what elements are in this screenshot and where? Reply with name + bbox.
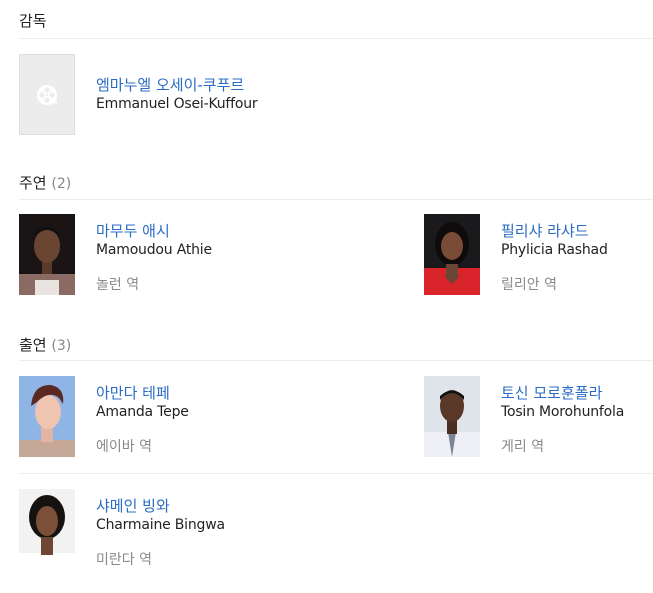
divider bbox=[19, 199, 653, 200]
person-name-english: Mamoudou Athie bbox=[96, 242, 212, 258]
section-header-director: 감독 bbox=[19, 10, 47, 31]
person-photo[interactable] bbox=[424, 376, 480, 457]
cast-card[interactable]: 토신 모로훈폴라 Tosin Morohunfola 게리 역 bbox=[424, 376, 653, 458]
person-name-korean[interactable]: 토신 모로훈폴라 bbox=[501, 382, 602, 403]
divider bbox=[19, 38, 653, 39]
role-name: 에이바 역 bbox=[96, 439, 152, 455]
person-photo[interactable] bbox=[19, 489, 75, 570]
cast-crew-page: 감독 엠마누엘 오세이-쿠푸르 Emmanuel Osei-Kuffour 주연… bbox=[0, 0, 653, 593]
film-reel-icon bbox=[36, 84, 58, 106]
person-name-korean[interactable]: 샤메인 빙와 bbox=[96, 495, 170, 516]
photo-placeholder bbox=[19, 54, 75, 135]
role-name: 게리 역 bbox=[501, 439, 545, 455]
director-card[interactable]: 엠마누엘 오세이-쿠푸르 Emmanuel Osei-Kuffour bbox=[19, 54, 339, 136]
section-count: (2) bbox=[51, 176, 72, 192]
person-photo[interactable] bbox=[424, 214, 480, 295]
person-name-korean[interactable]: 엠마누엘 오세이-쿠푸르 bbox=[96, 74, 244, 95]
cast-card[interactable]: 샤메인 빙와 Charmaine Bingwa 미란다 역 bbox=[19, 489, 339, 571]
person-name-english: Amanda Tepe bbox=[96, 404, 189, 420]
divider bbox=[19, 473, 653, 474]
person-name-korean[interactable]: 아만다 테페 bbox=[96, 382, 170, 403]
section-title: 감독 bbox=[19, 12, 47, 30]
cast-card[interactable]: 아만다 테페 Amanda Tepe 에이바 역 bbox=[19, 376, 339, 458]
person-photo[interactable] bbox=[19, 214, 75, 295]
section-header-lead: 주연 (2) bbox=[19, 172, 71, 193]
divider bbox=[19, 360, 653, 361]
section-title: 주연 bbox=[19, 174, 47, 192]
person-photo[interactable] bbox=[19, 54, 75, 135]
cast-card[interactable]: 필리샤 라샤드 Phylicia Rashad 릴리안 역 bbox=[424, 214, 653, 296]
person-name-english: Phylicia Rashad bbox=[501, 242, 608, 258]
person-name-english: Charmaine Bingwa bbox=[96, 517, 225, 533]
role-name: 미란다 역 bbox=[96, 552, 152, 568]
section-title: 출연 bbox=[19, 336, 47, 354]
section-header-supporting: 출연 (3) bbox=[19, 334, 71, 355]
person-name-english: Tosin Morohunfola bbox=[501, 404, 625, 420]
person-name-korean[interactable]: 마무두 애시 bbox=[96, 220, 170, 241]
section-count: (3) bbox=[51, 338, 72, 354]
role-name: 놀런 역 bbox=[96, 277, 140, 293]
person-photo[interactable] bbox=[19, 376, 75, 457]
person-name-english: Emmanuel Osei-Kuffour bbox=[96, 96, 258, 112]
cast-card[interactable]: 마무두 애시 Mamoudou Athie 놀런 역 bbox=[19, 214, 339, 296]
role-name: 릴리안 역 bbox=[501, 277, 557, 293]
person-name-korean[interactable]: 필리샤 라샤드 bbox=[501, 220, 589, 241]
